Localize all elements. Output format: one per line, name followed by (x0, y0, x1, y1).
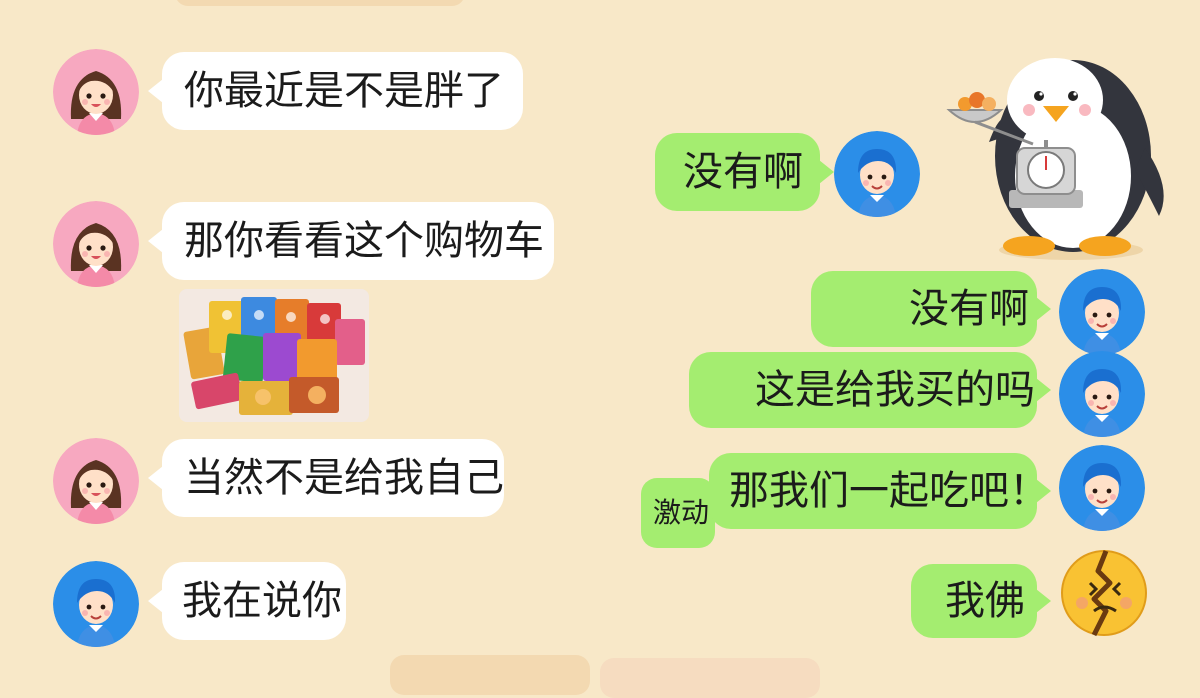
partial-message-bottom-right (600, 658, 820, 698)
message-bubble[interactable]: 这是给我买的吗 (689, 352, 1051, 428)
my-avatar[interactable] (1059, 445, 1145, 531)
broken-face-emoji-icon[interactable] (1060, 549, 1148, 637)
my-avatar[interactable] (1059, 269, 1145, 355)
message-bubble[interactable]: 我佛 (911, 564, 1051, 638)
note-text: 激动 (653, 496, 710, 529)
message-text: 没有啊 (683, 149, 803, 195)
partial-message-top (175, 0, 465, 6)
message-bubble[interactable]: 那我们一起吃吧！ (709, 453, 1051, 529)
friend-avatar[interactable] (53, 49, 139, 135)
message-bubble[interactable]: 当然不是给我自己 (148, 439, 504, 517)
message-text: 我在说你 (182, 578, 342, 624)
message-bubble[interactable]: 没有啊 (655, 133, 834, 211)
note-bubble[interactable]: 激动 (641, 478, 715, 548)
message-text: 我佛 (945, 578, 1025, 624)
message-bubble[interactable]: 我在说你 (148, 562, 346, 640)
friend-avatar[interactable] (53, 438, 139, 524)
message-text: 这是给我买的吗 (755, 367, 1035, 413)
penguin-weighing-scale-sticker[interactable] (945, 38, 1175, 268)
my-avatar[interactable] (53, 561, 139, 647)
message-bubble[interactable]: 那你看看这个购物车 (148, 202, 554, 280)
snack-bags-icon (179, 289, 369, 422)
message-text: 没有啊 (909, 286, 1029, 332)
message-text: 那我们一起吃吧！ (729, 468, 1049, 514)
my-avatar[interactable] (834, 131, 920, 217)
partial-message-bottom (390, 655, 590, 695)
message-text: 当然不是给我自己 (184, 455, 504, 501)
message-bubble[interactable]: 你最近是不是胖了 (148, 52, 523, 130)
shopping-cart-image[interactable] (179, 289, 369, 422)
friend-avatar[interactable] (53, 201, 139, 287)
message-text: 那你看看这个购物车 (184, 218, 544, 264)
my-avatar[interactable] (1059, 351, 1145, 437)
message-text: 你最近是不是胖了 (184, 68, 504, 114)
message-bubble[interactable]: 没有啊 (811, 271, 1051, 347)
